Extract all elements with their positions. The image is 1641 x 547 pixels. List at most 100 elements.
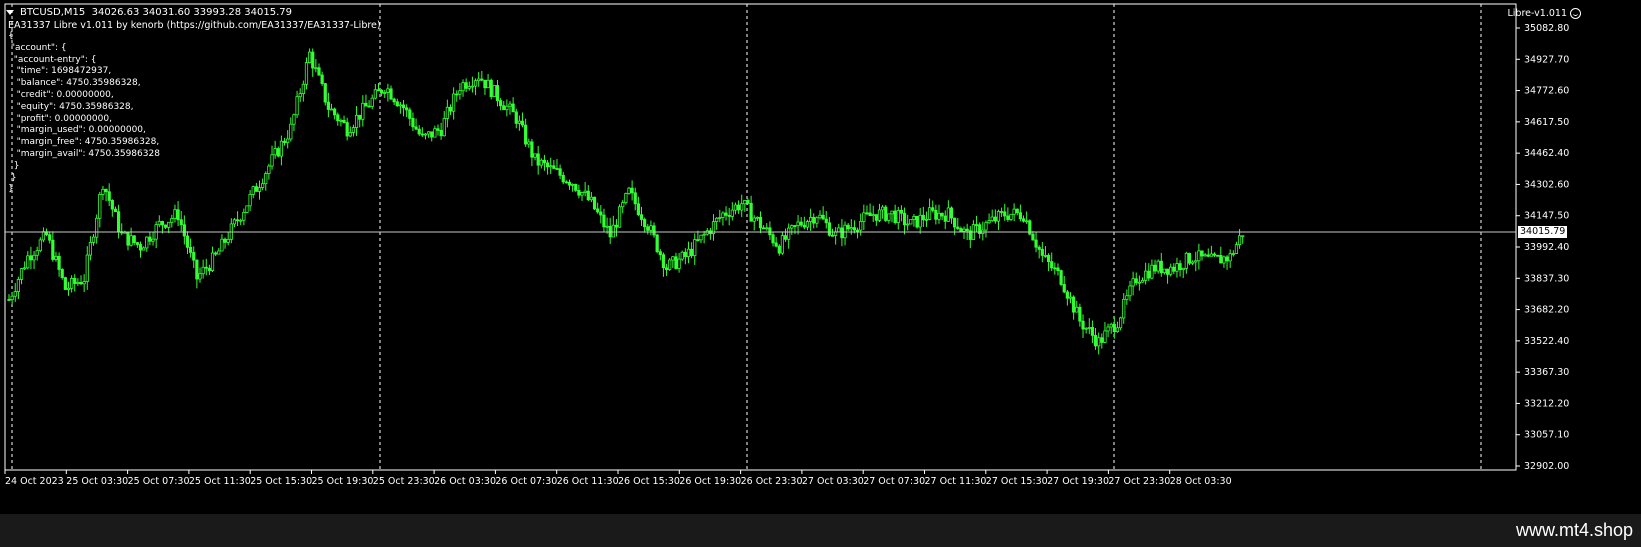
candle-body bbox=[987, 220, 991, 224]
candle-body bbox=[351, 127, 356, 133]
candle-body bbox=[877, 209, 882, 221]
candle-body bbox=[718, 217, 722, 219]
candle-body bbox=[830, 234, 835, 237]
candle-body bbox=[232, 219, 237, 225]
candle-body bbox=[333, 108, 337, 116]
candle-body bbox=[1068, 296, 1073, 299]
candle-body bbox=[452, 93, 456, 112]
candle-body bbox=[95, 217, 99, 238]
candle-body bbox=[1065, 291, 1069, 299]
candle-body bbox=[135, 242, 139, 245]
price-axis[interactable]: 35082.80 34927.70 34772.60 34617.50 34462.40… bbox=[1516, 23, 1569, 472]
x-tick-label: 25 Oct 03:30 bbox=[66, 476, 128, 487]
candle-body bbox=[946, 207, 950, 222]
candle-body bbox=[790, 225, 794, 229]
candle-body bbox=[912, 215, 916, 220]
candle-body bbox=[1200, 250, 1204, 257]
candle-body bbox=[643, 219, 647, 228]
candle-body bbox=[1131, 278, 1135, 287]
chart-header: BTCUSD,M15 34026.63 34031.60 33993.28 34… bbox=[3, 5, 292, 19]
candle-body bbox=[1222, 256, 1226, 264]
candle-body bbox=[326, 101, 330, 110]
candle-body bbox=[370, 97, 374, 107]
y-tick-label: 34462.40 bbox=[1524, 148, 1569, 159]
candle-body bbox=[35, 250, 39, 256]
candle-body bbox=[23, 267, 27, 270]
candle-body bbox=[373, 89, 377, 99]
candle-body bbox=[320, 74, 324, 84]
candle-body bbox=[1087, 327, 1091, 329]
candle-body bbox=[448, 106, 453, 112]
candle-body bbox=[1178, 263, 1182, 271]
candle-body bbox=[636, 203, 640, 216]
candle-body bbox=[492, 85, 496, 97]
candle-body bbox=[596, 208, 600, 213]
candle-body bbox=[204, 266, 208, 269]
candle-body bbox=[602, 214, 606, 228]
candle-body bbox=[693, 239, 697, 257]
candle-body bbox=[298, 93, 302, 98]
candle-body bbox=[937, 212, 941, 220]
candle-body bbox=[646, 226, 650, 231]
candle-body bbox=[1165, 268, 1170, 275]
candle-body bbox=[345, 122, 349, 137]
candle-body bbox=[116, 211, 121, 233]
chart-window[interactable]: 35082.80 34927.70 34772.60 34617.50 34462.40… bbox=[0, 0, 1641, 514]
y-tick-label: 33837.30 bbox=[1524, 273, 1569, 284]
candle-body bbox=[214, 252, 218, 255]
candle-body bbox=[317, 67, 321, 76]
candle-body bbox=[380, 89, 384, 94]
candle-body bbox=[439, 129, 443, 137]
candle-body bbox=[1147, 270, 1151, 279]
candle-body bbox=[148, 236, 152, 242]
candle-body bbox=[1203, 254, 1207, 257]
candle-body bbox=[633, 192, 637, 205]
candle-body bbox=[157, 221, 161, 226]
candle-body bbox=[1006, 215, 1010, 220]
price-chart[interactable]: 35082.80 34927.70 34772.60 34617.50 34462.40… bbox=[0, 0, 1641, 514]
candle-body bbox=[1015, 208, 1019, 214]
candle-body bbox=[940, 212, 944, 217]
candle-body bbox=[1109, 323, 1113, 328]
candle-body bbox=[417, 128, 421, 135]
candle-body bbox=[796, 221, 800, 227]
candle-body bbox=[1234, 244, 1239, 254]
candle-body bbox=[724, 212, 728, 216]
candle-body bbox=[179, 219, 183, 226]
candle-body bbox=[1162, 268, 1167, 274]
candle-body bbox=[270, 154, 274, 167]
candle-body bbox=[849, 227, 853, 230]
y-tick-label: 34147.50 bbox=[1524, 211, 1569, 222]
candle-body bbox=[414, 126, 418, 130]
candle-body bbox=[85, 254, 89, 282]
ea-tag: Libre-v1.011 bbox=[1507, 8, 1581, 19]
chevron-down-icon[interactable] bbox=[6, 9, 14, 15]
candle-body bbox=[314, 67, 318, 70]
candle-body bbox=[1090, 327, 1095, 336]
candle-body bbox=[1216, 254, 1220, 257]
candle-body bbox=[10, 295, 14, 301]
candle-body bbox=[220, 238, 224, 252]
candle-body bbox=[483, 79, 487, 89]
candle-body bbox=[837, 227, 841, 233]
y-tick-label: 33682.20 bbox=[1524, 305, 1569, 316]
footer-bar: www.mt4.shop bbox=[0, 514, 1641, 547]
candle-body bbox=[555, 168, 559, 170]
candle-body bbox=[29, 255, 33, 261]
ea-tag-label: Libre-v1.011 bbox=[1507, 8, 1568, 19]
candle-body bbox=[671, 256, 675, 261]
y-tick-label: 34302.60 bbox=[1524, 179, 1569, 190]
candle-body bbox=[943, 215, 947, 222]
candle-body bbox=[1194, 260, 1198, 263]
candle-body bbox=[677, 258, 681, 269]
candle-body bbox=[758, 216, 763, 229]
candle-body bbox=[1206, 254, 1210, 257]
candle-body bbox=[1037, 246, 1041, 250]
candle-body bbox=[893, 210, 897, 223]
candle-body bbox=[505, 105, 509, 111]
time-axis[interactable]: 24 Oct 2023 25 Oct 03:30 25 Oct 07:30 25 Oc… bbox=[4, 470, 1232, 487]
candle-body bbox=[16, 279, 20, 292]
candle-body bbox=[605, 225, 609, 228]
y-tick-label: 35082.80 bbox=[1524, 23, 1569, 34]
candle-body bbox=[354, 114, 359, 128]
